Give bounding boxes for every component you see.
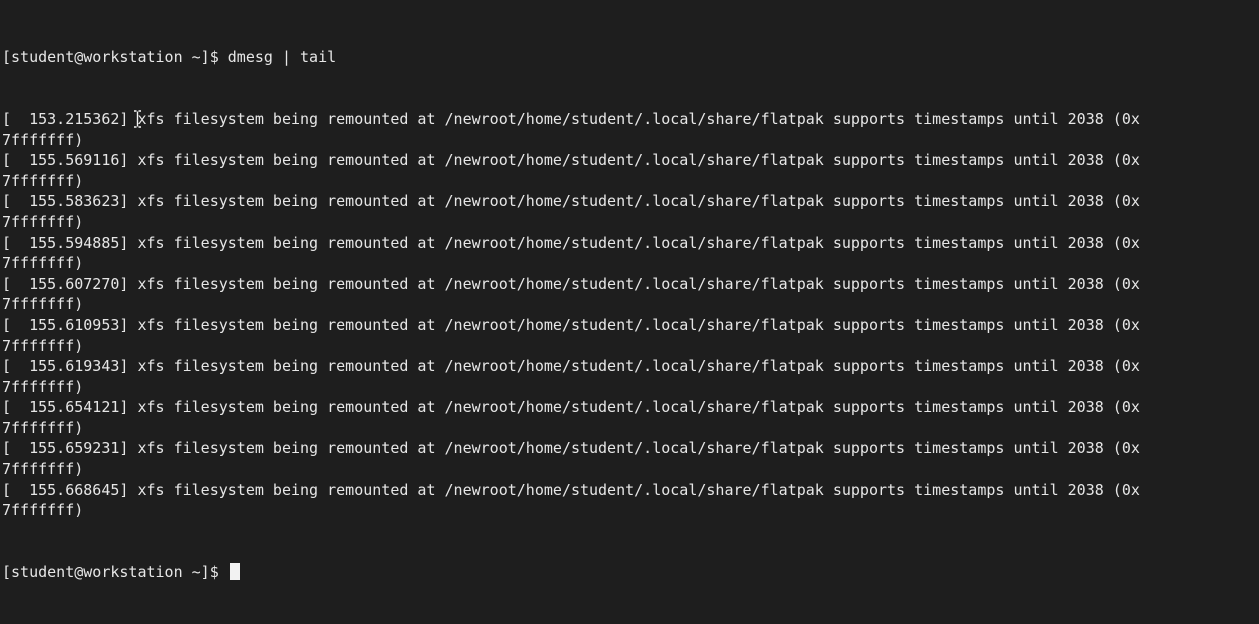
log-line-wrap: 7fffffff) — [2, 336, 84, 355]
scrollbar[interactable] — [1253, 0, 1259, 467]
log-line-wrap: 7fffffff) — [2, 418, 84, 437]
log-line: [ 155.594885] xfs filesystem being remou… — [2, 233, 1140, 252]
log-line-wrap: 7fffffff) — [2, 460, 84, 479]
block-cursor-icon — [229, 563, 240, 581]
log-line-wrap: 7fffffff) — [2, 295, 84, 314]
log-line-wrap: 7fffffff) — [2, 130, 84, 149]
log-line: [ 153.215362] xfs filesystem being remou… — [2, 109, 1140, 128]
log-line: [ 155.569116] xfs filesystem being remou… — [2, 151, 1140, 170]
log-line: [ 155.583623] xfs filesystem being remou… — [2, 192, 1140, 211]
command-line: [student@workstation ~]$ dmesg | tail — [2, 48, 337, 67]
terminal-window[interactable]: [student@workstation ~]$ dmesg | tail [ … — [0, 0, 1259, 581]
log-line-wrap: 7fffffff) — [2, 254, 84, 273]
log-line: [ 155.610953] xfs filesystem being remou… — [2, 315, 1140, 334]
log-line: [ 155.607270] xfs filesystem being remou… — [2, 274, 1140, 293]
log-line: [ 155.619343] xfs filesystem being remou… — [2, 357, 1140, 376]
log-line: [ 155.668645] xfs filesystem being remou… — [2, 480, 1140, 499]
log-line-wrap: 7fffffff) — [2, 171, 84, 190]
log-line-wrap: 7fffffff) — [2, 212, 84, 231]
log-line: [ 155.654121] xfs filesystem being remou… — [2, 398, 1140, 417]
log-line: [ 155.659231] xfs filesystem being remou… — [2, 439, 1140, 458]
prompt-line[interactable]: [student@workstation ~]$ — [2, 562, 1259, 583]
shell-prompt: [student@workstation ~]$ — [2, 563, 228, 582]
log-line-wrap: 7fffffff) — [2, 377, 84, 396]
dmesg-output: [ 153.215362] xfs filesystem being remou… — [2, 109, 1259, 521]
log-line-wrap: 7fffffff) — [2, 501, 84, 520]
